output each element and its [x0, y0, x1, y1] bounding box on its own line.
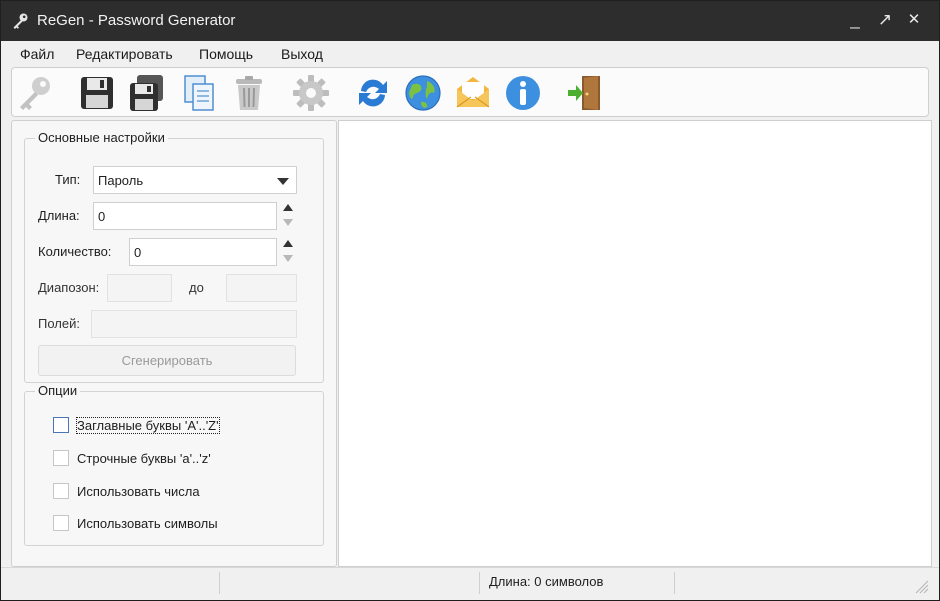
save-button[interactable]	[76, 72, 118, 114]
resize-grip-icon[interactable]	[913, 578, 929, 594]
type-select-value: Пароль	[98, 173, 144, 188]
minimize-button[interactable]: _	[844, 9, 866, 31]
spin-down-icon[interactable]	[283, 255, 293, 262]
status-divider	[674, 572, 675, 594]
type-select[interactable]: Пароль	[93, 166, 297, 194]
status-divider	[219, 572, 220, 594]
options-group: Опции Заглавные буквы 'A'..'Z' Строчные …	[24, 383, 324, 546]
basic-settings-group: Основные настройки Тип: Пароль Длина: 0 …	[24, 130, 324, 383]
length-label: Длина:	[38, 208, 80, 223]
count-input[interactable]: 0	[129, 238, 277, 266]
status-bar: Длина: 0 символов	[1, 567, 939, 600]
refresh-icon	[359, 79, 387, 107]
fields-label: Полей:	[38, 316, 80, 331]
range-to-label: до	[189, 280, 204, 295]
count-label: Количество:	[38, 244, 112, 259]
status-divider	[479, 572, 480, 594]
option-lowercase-label: Строчные буквы 'a'..'z'	[77, 451, 211, 466]
key-app-icon	[13, 13, 28, 29]
spin-up-icon[interactable]	[283, 240, 293, 247]
menu-edit[interactable]: Редактировать	[76, 46, 173, 62]
length-value: 0	[98, 209, 106, 224]
menu-bar: Файл Редактировать Помощь Выход	[1, 41, 939, 66]
mail-icon	[456, 77, 490, 108]
spin-up-icon[interactable]	[283, 204, 293, 211]
title-bar[interactable]: ReGen - Password Generator _ ↗ ✕	[1, 1, 939, 41]
range-label: Диапозон:	[38, 280, 100, 295]
globe-icon	[405, 75, 441, 111]
spin-down-icon[interactable]	[283, 219, 293, 226]
close-button[interactable]: ✕	[903, 9, 925, 31]
count-spinner[interactable]	[280, 238, 296, 266]
maximize-button[interactable]: ↗	[874, 9, 896, 31]
generate-button[interactable]: Сгенерировать	[38, 345, 296, 376]
exit-button[interactable]	[564, 72, 606, 114]
checkbox-symbols[interactable]	[53, 515, 69, 531]
option-uppercase-label: Заглавные буквы 'A'..'Z'	[76, 417, 220, 434]
settings-gear-icon	[293, 75, 329, 111]
settings-button[interactable]	[290, 72, 332, 114]
save-as-button[interactable]	[126, 72, 168, 114]
save-icon	[81, 77, 113, 109]
checkbox-lowercase[interactable]	[53, 450, 69, 466]
key-button[interactable]	[14, 72, 56, 114]
status-length-text: Длина: 0 символов	[489, 574, 604, 589]
options-title: Опции	[35, 383, 81, 398]
window-title: ReGen - Password Generator	[37, 12, 236, 29]
web-button[interactable]	[402, 72, 444, 114]
refresh-button[interactable]	[352, 72, 394, 114]
option-symbols-label: Использовать символы	[77, 516, 218, 531]
checkbox-uppercase[interactable]	[53, 417, 69, 433]
mail-button[interactable]	[452, 72, 494, 114]
range-from-input[interactable]	[107, 274, 172, 302]
menu-file[interactable]: Файл	[20, 46, 54, 62]
settings-panel: Основные настройки Тип: Пароль Длина: 0 …	[11, 120, 337, 567]
copy-icon	[184, 75, 214, 111]
option-numbers-label: Использовать числа	[77, 484, 200, 499]
key-icon	[20, 77, 50, 110]
toolbar	[11, 67, 929, 117]
length-spinner[interactable]	[280, 202, 296, 230]
copy-button[interactable]	[178, 72, 220, 114]
info-button[interactable]	[502, 72, 544, 114]
count-value: 0	[134, 245, 142, 260]
checkbox-numbers[interactable]	[53, 483, 69, 499]
fields-input[interactable]	[91, 310, 297, 338]
length-input[interactable]: 0	[93, 202, 277, 230]
range-to-input[interactable]	[226, 274, 297, 302]
trash-icon	[236, 76, 262, 110]
type-label: Тип:	[55, 172, 81, 187]
save-as-icon	[130, 75, 163, 111]
menu-help[interactable]: Помощь	[199, 46, 253, 62]
menu-exit[interactable]: Выход	[281, 46, 323, 62]
app-window: ReGen - Password Generator _ ↗ ✕ Файл Ре…	[0, 0, 940, 601]
output-textarea[interactable]	[338, 120, 932, 567]
info-icon	[506, 76, 540, 110]
chevron-down-icon	[277, 178, 289, 185]
delete-button[interactable]	[228, 72, 270, 114]
basic-settings-title: Основные настройки	[35, 130, 168, 145]
exit-door-icon	[568, 76, 600, 110]
